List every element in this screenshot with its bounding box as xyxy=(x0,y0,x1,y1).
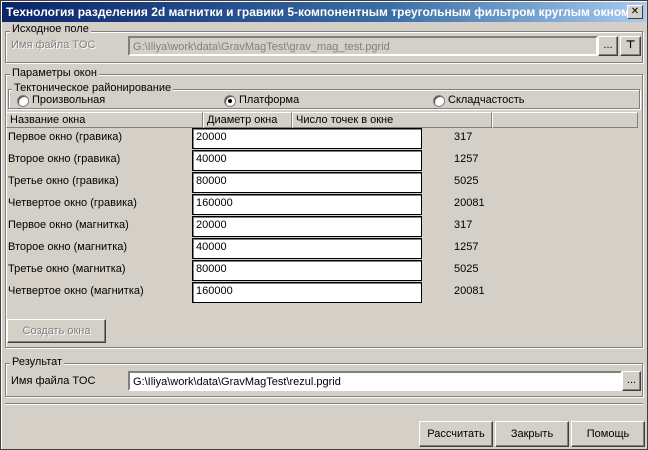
row-name: Четвертое окно (гравика) xyxy=(8,197,137,209)
option-label-folding: Складчастость xyxy=(448,94,525,106)
help-button[interactable]: Помощь xyxy=(571,421,645,447)
result-file-label: Имя файла TOC xyxy=(11,375,96,387)
diameter-input[interactable]: 160000 xyxy=(192,282,422,303)
title-bar: Технология разделения 2d магнитки и грав… xyxy=(2,2,646,22)
points-count: 20081 xyxy=(454,197,485,209)
diameter-input[interactable]: 40000 xyxy=(192,150,422,171)
tectonic-group-title: Тектоническое районирование xyxy=(12,82,174,94)
points-count: 1257 xyxy=(454,153,479,165)
radio-selected-dot xyxy=(228,99,232,103)
diameter-input[interactable]: 80000 xyxy=(192,172,422,193)
close-button[interactable]: Закрыть xyxy=(495,421,569,447)
radio-folding[interactable] xyxy=(433,95,445,107)
row-name: Третье окно (магнитка) xyxy=(8,263,126,275)
row-name: Второе окно (магнитка) xyxy=(8,241,128,253)
header-points[interactable]: Число точек в окне xyxy=(292,112,492,128)
header-window-name[interactable]: Название окна xyxy=(6,112,203,128)
footer-separator xyxy=(5,403,643,405)
points-count: 20081 xyxy=(454,285,485,297)
close-window-button[interactable]: ✕ xyxy=(627,5,643,19)
header-diameter[interactable]: Диаметр окна xyxy=(203,112,292,128)
diameter-input[interactable]: 20000 xyxy=(192,128,422,149)
source-file-field[interactable]: G:\Iliya\work\data\GravMagTest\grav_mag_… xyxy=(128,36,598,56)
params-group-title: Параметры окон xyxy=(10,67,99,79)
row-name: Четвертое окно (магнитка) xyxy=(8,285,144,297)
row-name: Первое окно (магнитка) xyxy=(8,219,129,231)
source-group-title: Исходное поле xyxy=(10,23,91,35)
diameter-input[interactable]: 40000 xyxy=(192,238,422,259)
row-name: Первое окно (гравика) xyxy=(8,131,123,143)
option-label-platform: Платформа xyxy=(239,94,300,106)
row-name: Второе окно (гравика) xyxy=(8,153,121,165)
points-count: 5025 xyxy=(454,175,479,187)
diameter-input[interactable]: 160000 xyxy=(192,194,422,215)
pin-icon: ⊤ xyxy=(625,39,636,51)
option-label-arbitrary: Произвольная xyxy=(32,94,106,106)
source-file-label: Имя файла TOC xyxy=(11,39,96,51)
result-file-field[interactable]: G:\Iliya\work\data\GravMagTest\rezul.pgr… xyxy=(128,371,622,391)
radio-platform[interactable] xyxy=(224,95,236,107)
source-pin-button[interactable]: ⊤ xyxy=(620,36,641,56)
row-name: Третье окно (гравика) xyxy=(8,175,119,187)
points-count: 5025 xyxy=(454,263,479,275)
window-title: Технология разделения 2d магнитки и грав… xyxy=(6,5,630,19)
diameter-input[interactable]: 20000 xyxy=(192,216,422,237)
source-browse-button[interactable]: ... xyxy=(598,36,618,56)
points-count: 317 xyxy=(454,219,473,231)
diameter-input[interactable]: 80000 xyxy=(192,260,422,281)
header-empty xyxy=(492,112,638,128)
result-group-title: Результат xyxy=(10,356,65,368)
main-window: Технология разделения 2d магнитки и грав… xyxy=(0,0,648,450)
points-count: 1257 xyxy=(454,241,479,253)
calculate-button[interactable]: Рассчитать xyxy=(419,421,493,447)
radio-arbitrary[interactable] xyxy=(17,95,29,107)
result-browse-button[interactable]: ... xyxy=(622,371,641,391)
points-count: 317 xyxy=(454,131,473,143)
create-windows-button[interactable]: Создать окна xyxy=(7,319,106,343)
